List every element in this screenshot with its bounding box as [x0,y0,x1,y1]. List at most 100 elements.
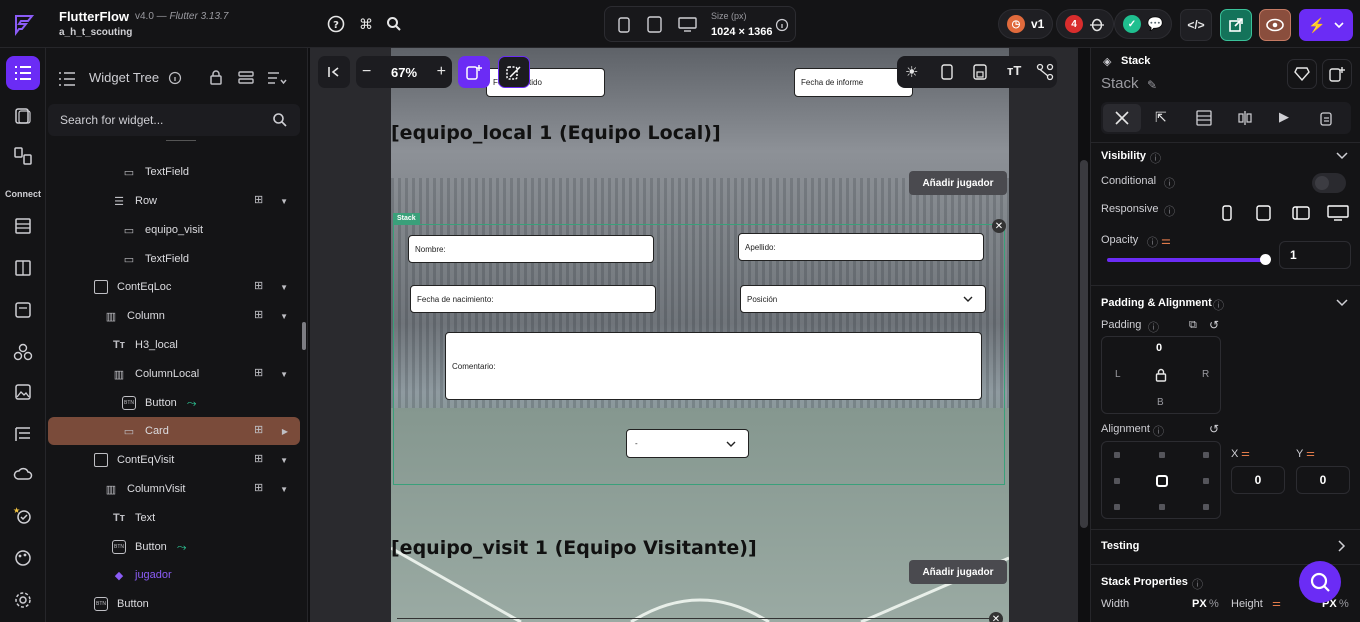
close-icon[interactable]: ✕ [989,612,1003,622]
tree-row[interactable]: ▥ ColumnLocal ⊞ ▼ [48,360,300,388]
widget-name[interactable]: Stack [1101,75,1139,92]
value-dropdown[interactable]: - [626,429,749,458]
add-child-icon[interactable]: ⊞ [254,279,270,295]
caret-down-icon[interactable]: ▼ [280,370,288,379]
reset-icon[interactable]: ↺ [1209,318,1219,332]
diamond-button[interactable] [1287,59,1317,89]
caret-down-icon[interactable]: ▼ [280,197,288,206]
collapse-panel-button[interactable] [318,56,350,88]
actions-tab-icon[interactable]: ⇱ [1155,109,1167,126]
canvas-scrollbar[interactable] [1080,160,1088,528]
variable-icon[interactable]: ⚌ [1161,234,1171,247]
version-pill[interactable]: ◷ v1 [998,9,1054,39]
opacity-slider-handle[interactable] [1260,254,1271,265]
tree-row[interactable]: ▭ TextField [48,245,300,273]
components-nav-icon[interactable] [11,144,35,168]
media-nav-icon[interactable] [11,380,35,404]
tree-row[interactable]: ▥ Column ⊞ ▼ [48,302,300,330]
info-icon[interactable]: ⓘ [1192,576,1203,592]
tree-row[interactable]: ◆ jugador [48,561,300,589]
nombre-field[interactable]: Nombre: [408,235,654,263]
zoom-level[interactable]: 67% [391,65,417,80]
responsive-desktop-icon[interactable] [1327,205,1349,221]
align-bottom-right[interactable] [1203,504,1209,510]
add-player-button-visit[interactable]: Añadir jugador [909,560,1007,584]
cloud-nav-icon[interactable] [11,462,35,486]
tab-properties[interactable] [1103,104,1141,132]
chevron-down-icon[interactable] [1336,152,1348,160]
logic-nav-icon[interactable] [11,422,35,446]
search-fab[interactable] [1299,561,1341,603]
project-name[interactable]: a_h_t_scouting [59,27,132,38]
caret-down-icon[interactable]: ▼ [280,456,288,465]
settings-nav-icon[interactable] [11,588,35,612]
align-center-selected[interactable] [1156,475,1168,487]
add-child-icon[interactable]: ⊞ [254,423,270,439]
info-icon[interactable]: ⓘ [1164,203,1175,219]
collapse-all-icon[interactable] [238,70,254,86]
tree-row[interactable]: Tт Text [48,504,300,532]
align-bottom-center[interactable] [1159,504,1165,510]
add-player-button-local[interactable]: Añadir jugador [909,171,1007,195]
copy-icon[interactable]: ⧉ [1189,319,1197,332]
align-top-left[interactable] [1114,452,1120,458]
search-input[interactable] [60,104,260,136]
caret-down-icon[interactable]: ▼ [280,283,288,292]
phone-frame-icon[interactable] [941,64,953,80]
tablet-icon[interactable] [647,16,663,34]
fecha-informe-field[interactable]: Fecha de informe [794,68,913,97]
info-icon[interactable]: ⓘ [1213,297,1224,313]
variable-icon[interactable]: ⚌ [1306,448,1315,459]
generate-children-tab-icon[interactable] [1237,110,1253,126]
more-tab-icon[interactable] [1320,110,1336,126]
apellido-field[interactable]: Apellido: [738,233,984,261]
theme-nav-icon[interactable] [11,546,35,570]
opacity-input[interactable]: 1 [1279,241,1351,269]
layout-icon[interactable] [972,64,988,80]
add-child-icon[interactable]: ⊞ [254,308,270,324]
align-center-right[interactable] [1203,478,1209,484]
align-top-center[interactable] [1159,452,1165,458]
zoom-in-icon[interactable]: + [437,63,446,81]
reset-icon[interactable]: ↺ [1209,422,1219,436]
share-button[interactable] [1220,9,1252,41]
add-child-icon[interactable]: ⊞ [254,366,270,382]
tree-row-selected[interactable]: ▭ Card ⊞ ▶ [48,417,300,445]
tree-graph-icon[interactable] [1036,63,1054,81]
run-menu-button[interactable]: ⚡ [1299,9,1353,41]
fecha-nacimiento-field[interactable]: Fecha de nacimiento: [410,285,656,313]
conditional-toggle[interactable] [1312,173,1346,193]
width-unit-pct[interactable]: % [1209,598,1219,610]
desktop-icon[interactable] [678,17,698,33]
zoom-out-icon[interactable]: − [362,63,371,81]
chevron-down-icon[interactable] [1336,299,1348,307]
pages-nav-icon[interactable] [11,104,35,128]
add-child-icon[interactable]: ⊞ [254,481,270,497]
testing-heading[interactable]: Testing [1101,540,1139,552]
align-center-left[interactable] [1114,478,1120,484]
info-icon[interactable]: ⓘ [1164,175,1175,191]
tree-row[interactable]: Tт H3_local [48,331,300,359]
search-icon[interactable] [272,112,288,128]
integrations-nav-icon[interactable] [11,340,35,364]
magic-widget-button[interactable] [498,56,530,88]
tree-row[interactable]: ContEqLoc ⊞ ▼ [48,273,300,301]
tree-row[interactable]: ▭ TextField [48,158,300,186]
info-icon[interactable] [168,71,182,85]
align-top-right[interactable] [1203,452,1209,458]
tree-row[interactable]: ▥ ColumnVisit ⊞ ▼ [48,475,300,503]
animations-tab-icon[interactable]: ▶ [1279,109,1289,125]
command-icon[interactable]: ⌘ [356,14,376,34]
variable-icon[interactable]: ⚌ [1241,448,1250,459]
variable-icon[interactable]: ⚌ [1272,598,1281,609]
text-scale-icon[interactable]: ᴛT [1007,63,1021,78]
info-icon[interactable]: ⓘ [1147,234,1158,250]
height-unit-pct[interactable]: % [1339,598,1349,610]
responsive-tablet-icon[interactable] [1256,205,1272,221]
info-icon[interactable]: ⓘ [1150,150,1161,166]
tree-row[interactable]: ☰ Row ⊞ ▼ [48,187,300,215]
issues-pill[interactable]: 4 [1056,9,1114,39]
search-icon[interactable] [384,14,404,34]
info-icon[interactable] [775,18,789,32]
tree-row[interactable]: ContEqVisit ⊞ ▼ [48,446,300,474]
